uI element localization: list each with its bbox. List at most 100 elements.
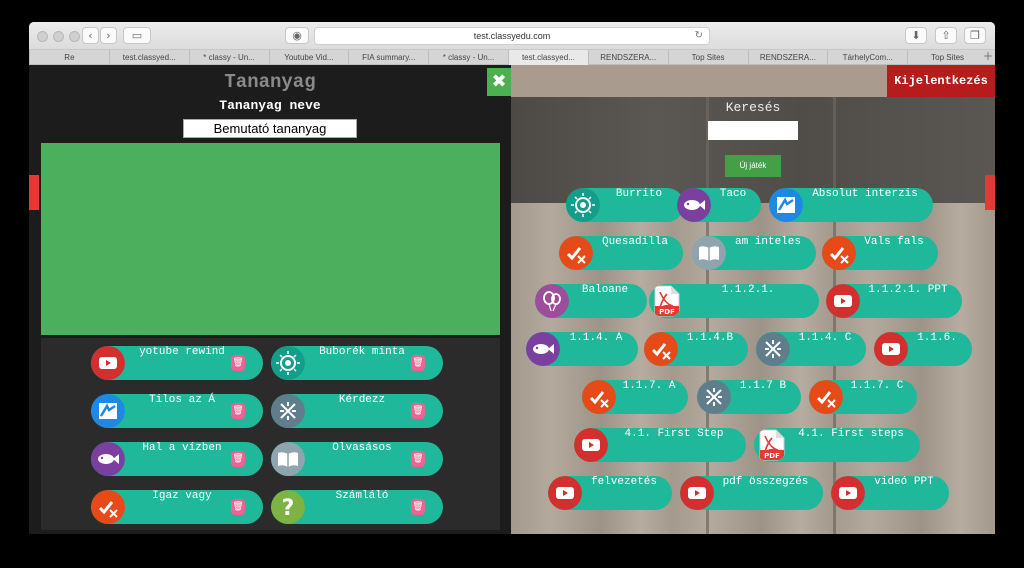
true-false-icon (809, 380, 843, 414)
game-item[interactable]: 1.1.4. A (526, 332, 638, 366)
material-item-label: Buborék minta (319, 346, 405, 358)
trash-icon[interactable]: 🗑 (411, 499, 425, 515)
browser-tab[interactable]: Youtube Vid... (268, 50, 349, 65)
game-item[interactable]: 1.1.7. A (582, 380, 688, 414)
game-item[interactable]: 4.1. First Step (574, 428, 746, 462)
game-item[interactable]: PDF 4.1. First steps (754, 428, 920, 462)
share-icon[interactable]: ⇧ (935, 27, 957, 44)
game-item[interactable]: 1.1.2.1. PPT (826, 284, 962, 318)
game-item[interactable]: Quesadilla (559, 236, 683, 270)
back-button[interactable]: ‹ (82, 27, 99, 44)
material-item[interactable]: Olvasásos 🗑 (271, 442, 443, 476)
trash-icon[interactable]: 🗑 (231, 355, 245, 371)
sidebar-toggle-icon[interactable]: ▭ (123, 27, 151, 44)
game-item[interactable]: 1.1.4.B (644, 332, 748, 366)
browser-tab[interactable]: FIA summary... (348, 50, 428, 65)
reload-icon[interactable]: ↻ (695, 28, 703, 44)
game-item[interactable]: am inteles (692, 236, 816, 270)
material-item[interactable]: Hal a vízben 🗑 (91, 442, 263, 476)
left-panel-handle[interactable] (29, 175, 39, 210)
svg-text:PDF: PDF (659, 308, 675, 316)
tab-bar: Re test.classyed... * classy - Un... Youtub… (29, 49, 995, 65)
game-item-label: 1.1.4.B (686, 332, 734, 344)
true-false-icon (91, 490, 125, 524)
browser-tab[interactable]: RENDSZERA... (587, 50, 668, 65)
browser-tab[interactable]: RENDSZERA... (747, 50, 828, 65)
zoom-window-button[interactable] (69, 31, 80, 42)
browser-tab[interactable]: test.classyed... (108, 50, 189, 65)
youtube-icon (548, 476, 582, 510)
material-items-tray: yotube rewind 🗑 Buborék minta 🗑 Tilos az Á 🗑 K… (41, 338, 500, 530)
game-item[interactable]: pdf összegzés (680, 476, 823, 510)
game-item[interactable]: 1.1.7 B (697, 380, 801, 414)
new-game-button[interactable]: Új játék (725, 155, 781, 177)
material-item-label: Olvasásos (332, 442, 392, 454)
url-text: test.classyedu.com (473, 31, 551, 41)
material-item[interactable]: yotube rewind 🗑 (91, 346, 263, 380)
true-false-icon (559, 236, 593, 270)
close-window-button[interactable] (37, 31, 48, 42)
material-item[interactable]: Tilos az Á 🗑 (91, 394, 263, 428)
search-input[interactable] (708, 121, 798, 140)
cross-arrows-icon (697, 380, 731, 414)
material-name-input[interactable] (183, 119, 357, 138)
address-bar[interactable]: test.classyedu.com ↻ (314, 27, 710, 45)
game-item-label: 1.1.6. (917, 332, 957, 344)
material-item-label: Igaz vagy (152, 490, 212, 502)
forbidden-icon (769, 188, 803, 222)
right-panel-handle[interactable] (985, 175, 995, 210)
game-item[interactable]: Absolut interzis (769, 188, 933, 222)
material-item[interactable]: Kérdezz 🗑 (271, 394, 443, 428)
trash-icon[interactable]: 🗑 (231, 451, 245, 467)
download-icon[interactable]: ⬇ (905, 27, 927, 44)
youtube-icon (680, 476, 714, 510)
game-item[interactable]: Burrito (566, 188, 684, 222)
tabs-overview-icon[interactable]: ❐ (964, 27, 986, 44)
forward-button[interactable]: › (100, 27, 117, 44)
material-item[interactable]: Igaz vagy 🗑 (91, 490, 263, 524)
material-item-label: Kérdezz (338, 394, 386, 406)
browser-tab[interactable]: Top Sites (907, 50, 987, 65)
forbidden-icon (91, 394, 125, 428)
bubble-icon (566, 188, 600, 222)
game-item[interactable]: videó PPT (831, 476, 949, 510)
browser-tab[interactable]: test.classyed... (508, 50, 588, 65)
browser-tab[interactable]: TárhelyCom... (827, 50, 907, 65)
new-tab-button[interactable]: + (983, 49, 993, 63)
trash-icon[interactable]: 🗑 (231, 403, 245, 419)
browser-tab[interactable]: * classy - Un... (428, 50, 508, 65)
game-item[interactable]: 1.1.7. C (809, 380, 917, 414)
game-item-label: 1.1.7 B (739, 380, 787, 392)
material-item[interactable]: Buborék minta 🗑 (271, 346, 443, 380)
material-item[interactable]: ? Számláló 🗑 (271, 490, 443, 524)
game-item[interactable]: Taco (677, 188, 761, 222)
game-item-label: Quesadilla (601, 236, 668, 248)
game-item-label: videó PPT (874, 476, 934, 488)
browser-tab[interactable]: * classy - Un... (188, 50, 269, 65)
game-item[interactable]: 1.1.6. (874, 332, 972, 366)
browser-tab[interactable]: Re (29, 50, 109, 65)
book-icon (692, 236, 726, 270)
youtube-icon (574, 428, 608, 462)
game-item-label: felvezetés (590, 476, 657, 488)
game-item-label: 1.1.2.1. PPT (868, 284, 948, 296)
trash-icon[interactable]: 🗑 (411, 451, 425, 467)
trash-icon[interactable]: 🗑 (231, 499, 245, 515)
trash-icon[interactable]: 🗑 (411, 355, 425, 371)
browser-tab[interactable]: Top Sites (667, 50, 748, 65)
logout-button[interactable]: Kijelentkezés (887, 65, 995, 97)
material-preview-area[interactable] (41, 143, 500, 335)
minimize-window-button[interactable] (53, 31, 64, 42)
game-item-label: Absolut interzis (812, 188, 918, 200)
game-item[interactable]: Baloane (535, 284, 647, 318)
trash-icon[interactable]: 🗑 (411, 403, 425, 419)
game-item-label: 1.1.7. C (850, 380, 904, 392)
youtube-icon (831, 476, 865, 510)
game-item[interactable]: Vals fals (822, 236, 938, 270)
close-panel-button[interactable]: ✖ (487, 68, 511, 96)
pdf-icon: PDF (649, 284, 683, 318)
game-item[interactable]: felvezetés (548, 476, 672, 510)
game-item[interactable]: PDF 1.1.2.1. (649, 284, 819, 318)
privacy-icon[interactable]: ◉ (285, 27, 309, 44)
game-item[interactable]: 1.1.4. C (756, 332, 866, 366)
